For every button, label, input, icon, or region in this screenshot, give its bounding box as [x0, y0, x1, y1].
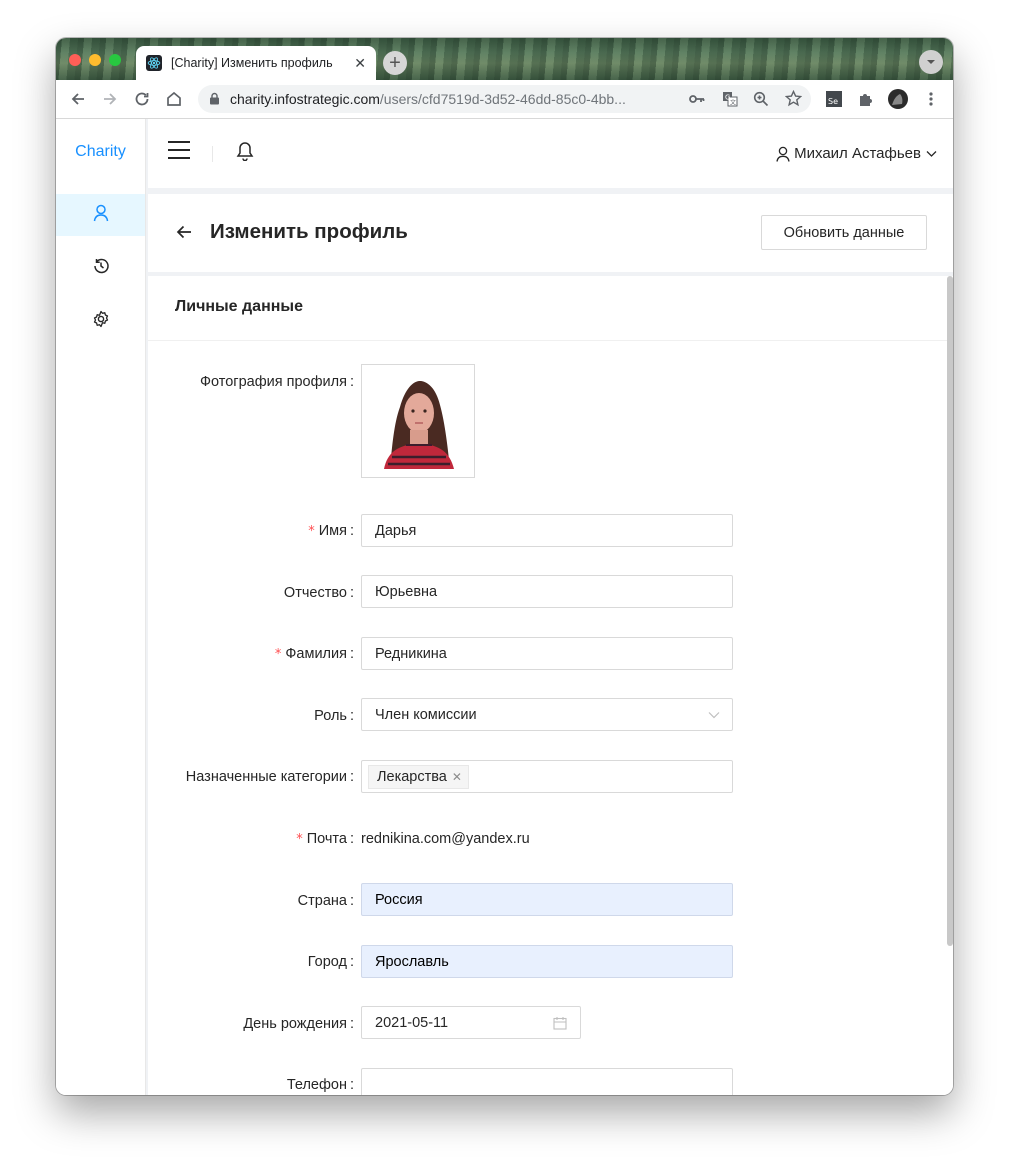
categories-multiselect[interactable]: Лекарства ✕	[361, 760, 733, 793]
middle-name-label: Отчество:	[283, 585, 354, 601]
react-favicon-icon	[146, 55, 162, 71]
tab-title: [Charity] Изменить профиль	[171, 56, 333, 70]
header-divider	[212, 146, 213, 162]
sidebar-item-history[interactable]	[56, 247, 145, 289]
extensions-puzzle-icon[interactable]	[855, 88, 877, 110]
birthday-datepicker[interactable]: 2021-05-11	[361, 1006, 581, 1039]
tag-close-icon[interactable]: ✕	[452, 770, 462, 784]
browser-menu-icon[interactable]	[920, 88, 942, 110]
phone-input[interactable]	[361, 1068, 733, 1095]
key-icon[interactable]	[689, 92, 705, 111]
city-label: Город:	[307, 954, 354, 970]
email-value: rednikina.com@yandex.ru	[361, 831, 530, 847]
menu-toggle-icon[interactable]	[168, 141, 190, 164]
update-data-button[interactable]: Обновить данные	[761, 215, 927, 250]
back-arrow-icon[interactable]	[176, 224, 192, 245]
translate-icon[interactable]: G文	[722, 91, 738, 112]
tab-close-icon[interactable]: ✕	[354, 55, 366, 72]
card-header: Личные данные	[148, 276, 953, 341]
profile-photo-image	[362, 365, 474, 477]
birthday-label: День рождения:	[243, 1016, 354, 1032]
role-select[interactable]: Член комиссии	[361, 698, 733, 731]
page-header: Изменить профиль Обновить данные	[148, 194, 953, 272]
browser-tab-bar: [Charity] Изменить профиль ✕ +	[56, 38, 953, 80]
first-name-input[interactable]: Дарья	[361, 514, 733, 547]
country-label: Страна:	[297, 893, 354, 909]
user-name: Михаил Астафьев	[794, 145, 921, 162]
selenium-extension-icon[interactable]: Se	[823, 88, 845, 110]
zoom-icon[interactable]	[753, 91, 769, 112]
sidebar: Charity	[56, 119, 146, 1095]
maximize-window-button[interactable]	[109, 54, 121, 66]
close-window-button[interactable]	[69, 54, 81, 66]
last-name-input[interactable]: Редникина	[361, 637, 733, 670]
calendar-icon	[553, 1016, 567, 1030]
categories-label: Назначенные категории:	[185, 769, 354, 785]
city-input[interactable]: Ярославль	[361, 945, 733, 978]
browser-toolbar: charity.infostrategic.com/users/cfd7519d…	[56, 80, 953, 119]
card-title: Личные данные	[175, 298, 303, 315]
reload-icon[interactable]	[131, 88, 153, 110]
user-avatar-icon	[776, 146, 790, 162]
lock-icon	[209, 92, 220, 110]
svg-text:文: 文	[730, 99, 736, 107]
app-layout: Charity Михаил Астафьев Изменить профиль…	[56, 119, 953, 1095]
forward-arrow-icon[interactable]	[99, 88, 121, 110]
new-tab-button[interactable]: +	[383, 51, 407, 75]
home-icon[interactable]	[163, 88, 185, 110]
browser-menu-down-icon[interactable]	[919, 50, 943, 74]
chevron-down-icon	[708, 711, 720, 719]
page-title: Изменить профиль	[210, 220, 408, 243]
notification-bell-icon[interactable]	[236, 141, 254, 166]
scrollbar-thumb[interactable]	[947, 276, 953, 946]
profile-photo[interactable]	[361, 364, 475, 478]
sidebar-item-settings[interactable]	[56, 300, 145, 342]
profile-avatar-icon[interactable]	[887, 88, 909, 110]
role-label: Роль:	[314, 708, 354, 724]
country-input[interactable]: Россия	[361, 883, 733, 916]
user-menu[interactable]: Михаил Астафьев	[776, 145, 937, 162]
photo-label: Фотография профиля:	[200, 374, 354, 390]
role-select-value: Член комиссии	[375, 707, 477, 723]
middle-name-input[interactable]: Юрьевна	[361, 575, 733, 608]
address-bar[interactable]: charity.infostrategic.com/users/cfd7519d…	[198, 85, 811, 113]
settings-gear-icon	[92, 310, 110, 333]
app-logo[interactable]: Charity	[56, 143, 145, 161]
first-name-label: * Имя:	[308, 523, 354, 539]
back-arrow-icon[interactable]	[67, 88, 89, 110]
last-name-label: * Фамилия:	[274, 646, 354, 662]
email-label: * Почта:	[296, 831, 354, 847]
birthday-value: 2021-05-11	[375, 1015, 449, 1031]
chevron-down-icon	[926, 150, 937, 158]
minimize-window-button[interactable]	[89, 54, 101, 66]
user-icon	[93, 204, 109, 227]
phone-label: Телефон:	[286, 1077, 354, 1093]
url-text: charity.infostrategic.com/users/cfd7519d…	[230, 91, 626, 107]
top-header: Михаил Астафьев	[148, 119, 953, 188]
category-tag: Лекарства ✕	[368, 765, 469, 789]
sidebar-item-profile[interactable]	[56, 194, 145, 236]
browser-tab-active[interactable]: [Charity] Изменить профиль ✕	[136, 46, 376, 80]
bookmark-star-icon[interactable]	[784, 89, 803, 112]
personal-data-card: Личные данные Фотография профиля: * Имя …	[148, 276, 953, 1095]
history-icon	[92, 257, 110, 280]
svg-text:Se: Se	[828, 97, 838, 106]
browser-window: [Charity] Изменить профиль ✕ + charity.i…	[56, 38, 953, 1095]
category-tag-label: Лекарства	[377, 769, 447, 785]
